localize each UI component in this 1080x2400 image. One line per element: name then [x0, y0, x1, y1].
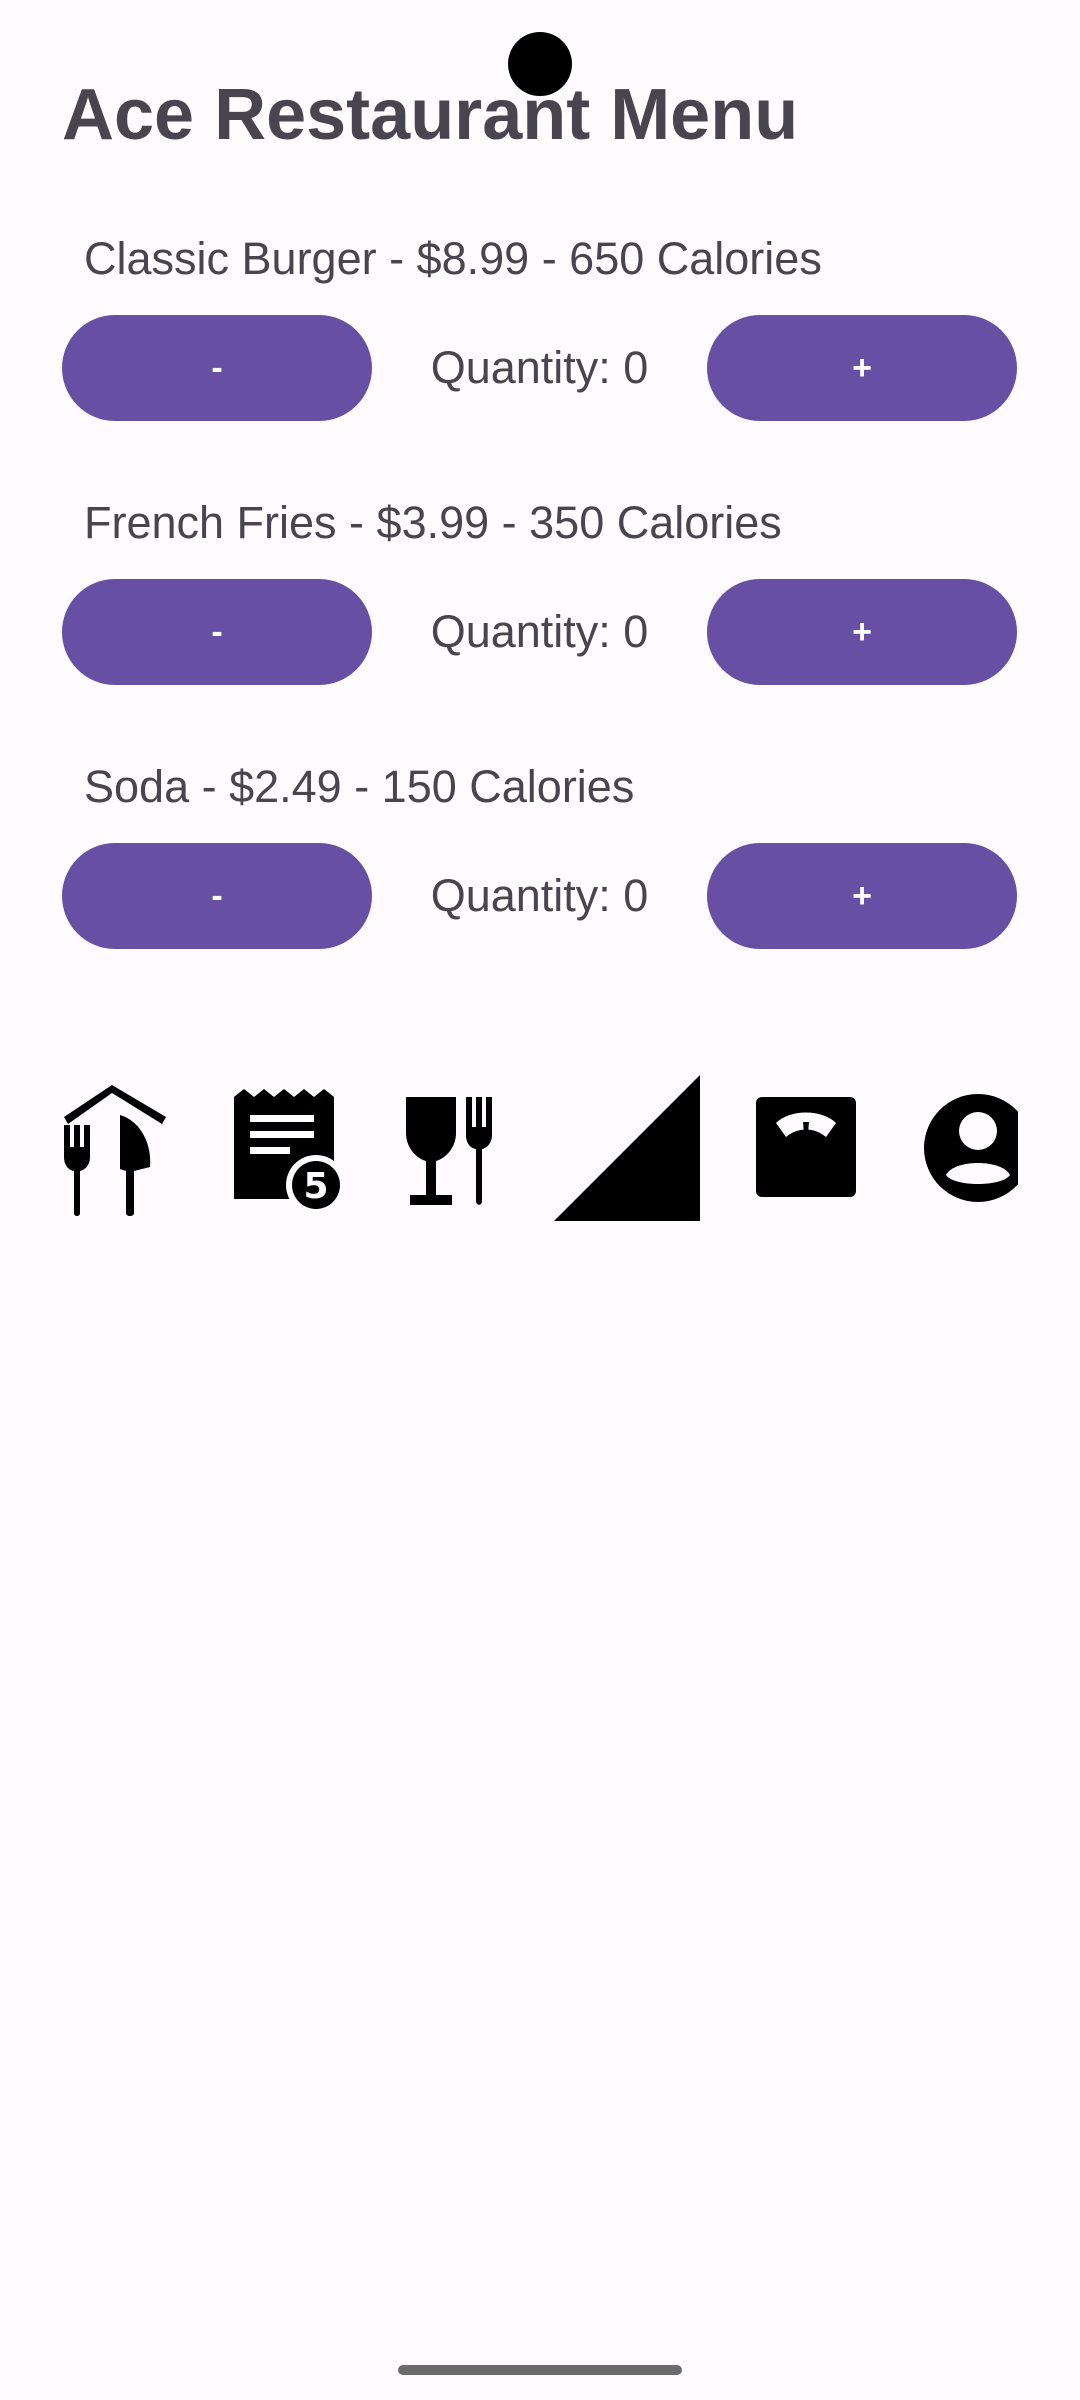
decrease-quantity-button[interactable]: -: [62, 843, 372, 949]
receipt-badge-count: 5: [303, 1166, 328, 1207]
signal-triangle-icon: [554, 1075, 700, 1221]
restaurant-home-icon: [62, 1075, 166, 1221]
quantity-label: Quantity: 0: [430, 870, 649, 921]
account-circle-icon: [924, 1075, 1018, 1221]
increase-quantity-button[interactable]: +: [707, 843, 1017, 949]
item-label: French Fries - $3.99 - 350 Calories: [84, 497, 782, 548]
item-label: Soda - $2.49 - 150 Calories: [84, 761, 635, 812]
increase-quantity-button[interactable]: +: [707, 579, 1017, 685]
scale-icon: [754, 1075, 858, 1221]
receipt-badge-icon: 5: [226, 1075, 346, 1221]
increase-quantity-button[interactable]: +: [707, 315, 1017, 421]
icon-row: 5: [62, 1075, 1018, 1221]
decrease-quantity-button[interactable]: -: [62, 315, 372, 421]
wine-bar-icon: [402, 1075, 512, 1221]
quantity-label: Quantity: 0: [430, 606, 649, 657]
page-title: Ace Restaurant Menu: [62, 75, 799, 155]
quantity-label: Quantity: 0: [430, 342, 649, 393]
gesture-navigation-bar[interactable]: [398, 2365, 682, 2375]
decrease-quantity-button[interactable]: -: [62, 579, 372, 685]
item-label: Classic Burger - $8.99 - 650 Calories: [84, 233, 822, 284]
